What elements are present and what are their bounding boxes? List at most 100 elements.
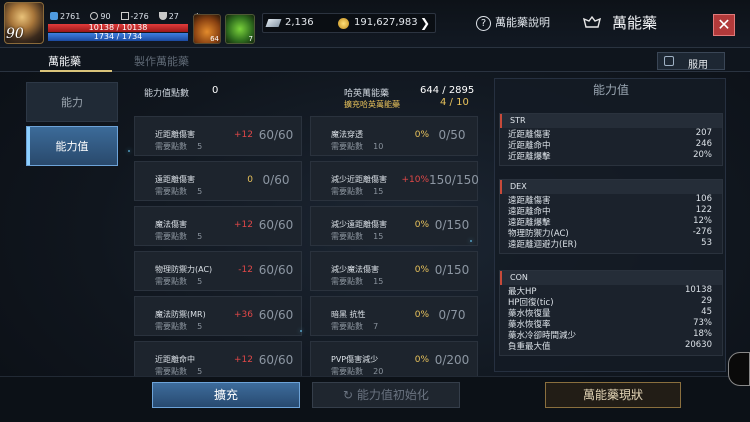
stat-card-bonus: -12 [238, 265, 253, 275]
stat-row-value: 12% [693, 216, 712, 226]
stat-group-dex: DEX 遠距離傷害 106 遠距離命中 122 遠距離爆擊 12% 物理防禦力(AC) -276… [499, 179, 723, 254]
stat-row: 藥水冷卻時間減少 18% [500, 329, 722, 341]
side-menu-handle[interactable] [728, 352, 750, 386]
stats-panel: 能力值 STR 近距離傷害 207 近距離命中 246 近距離爆擊 20% DEX 遠距離傷害 1… [494, 78, 726, 372]
stats-panel-title: 能力值 [592, 83, 629, 97]
expand-label: 擴充哈英萬能藥 [344, 100, 400, 109]
tab-craft-elixir[interactable]: 製作萬能藥 [134, 53, 189, 69]
reset-stats-button[interactable]: ↻ 能力值初始化 [312, 382, 460, 408]
stat-key: 90 [90, 12, 111, 21]
stat-group-header: DEX [500, 180, 722, 194]
potion-item[interactable]: 64 [193, 14, 221, 44]
glow-particle [300, 330, 302, 332]
stat-card[interactable]: 遠距離傷害 需要點數 5 0 0/60 [134, 161, 302, 201]
stat-card-progress: 60/60 [258, 308, 294, 322]
stat-card-bonus: +10% [401, 175, 429, 185]
stat-power: 2761 [50, 12, 80, 21]
crest-icon [582, 15, 602, 28]
stat-row: 近距離命中 246 [500, 139, 722, 151]
stat-card-bonus: 0 [247, 175, 253, 185]
stat-card[interactable]: 減少遠距離傷害 需要點數 15 0% 0/150 [310, 206, 478, 246]
glow-particle [470, 240, 472, 242]
points-value: 0 [212, 85, 219, 96]
stat-card[interactable]: 魔法穿透 需要點數 10 0% 0/50 [310, 116, 478, 156]
tab-elixir[interactable]: 萬能藥 [48, 53, 81, 69]
chevron-right-icon[interactable]: ❯ [417, 15, 433, 31]
hy-elixir-value: 644 / 2895 [420, 85, 475, 96]
stat-card-bonus: 0% [414, 220, 429, 230]
stat-card-required: 需要點數 15 [331, 277, 384, 286]
elixir-status-button[interactable]: 萬能藥現狀 [545, 382, 681, 408]
stat-card[interactable]: 暗黑 抗性 需要點數 7 0% 0/70 [310, 296, 478, 336]
stat-card-required: 需要點數 5 [155, 187, 203, 196]
stat-card-bonus: 0% [414, 310, 429, 320]
nav-stats[interactable]: 能力值 [26, 126, 118, 166]
stat-card-required: 需要點數 5 [155, 142, 203, 151]
key-icon [90, 12, 99, 20]
crystal-icon [265, 19, 282, 27]
stat-row-value: 20% [693, 150, 712, 160]
stat-card-name: 減少魔法傷害 [331, 265, 379, 274]
stat-row-value: 106 [695, 194, 712, 204]
stat-card-name: 遠距離傷害 [155, 175, 195, 184]
stat-card-bonus: 0% [414, 265, 429, 275]
stat-card-name: PVP傷害減少 [331, 355, 379, 364]
expand-button[interactable]: 擴充 [152, 382, 300, 408]
stat-row-value: 20630 [684, 340, 712, 350]
stat-card-required: 需要點數 5 [155, 277, 203, 286]
stat-card[interactable]: 魔法防禦(MR) 需要點數 5 +36 60/60 [134, 296, 302, 336]
stat-card-name: 減少近距離傷害 [331, 175, 387, 184]
trophy-icon [158, 12, 167, 20]
stat-row: 藥水恢復量 45 [500, 307, 722, 319]
stat-card-bonus: +36 [234, 310, 253, 320]
help-button[interactable]: ? 萬能藥說明 [476, 14, 550, 31]
points-label: 能力值點數 [144, 89, 190, 99]
stat-card[interactable]: 近距離命中 需要點數 5 +12 60/60 [134, 341, 302, 381]
stat-card-required: 需要點數 5 [155, 322, 203, 331]
stat-card-required: 需要點數 7 [331, 322, 379, 331]
use-button[interactable]: 服用 [657, 52, 725, 71]
stat-row: 最大HP 10138 [500, 285, 722, 297]
stat-card-name: 物理防禦力(AC) [155, 265, 213, 274]
page-title: 萬能藥 [582, 12, 657, 33]
gold-amount: 191,627,983 [354, 17, 418, 28]
close-button[interactable]: ✕ [713, 14, 735, 36]
shield-icon [120, 12, 129, 20]
stat-card-bonus: 0% [414, 130, 429, 140]
stat-card-progress: 60/60 [258, 128, 294, 142]
stat-group-header: CON [500, 271, 722, 285]
stat-card-name: 魔法防禦(MR) [155, 310, 206, 319]
stat-row-value: 29 [701, 296, 712, 306]
stat-card-required: 需要點數 5 [155, 232, 203, 241]
expand-value: 4 / 10 [440, 97, 469, 108]
nav-ability[interactable]: 能力 [26, 82, 118, 122]
stat-card-name: 近距離傷害 [155, 130, 195, 139]
stat-card-required: 需要點數 15 [331, 232, 384, 241]
tab-underline [40, 70, 112, 72]
stat-card[interactable]: 近距離傷害 需要點數 5 +12 60/60 [134, 116, 302, 156]
stat-row-label: 負重最大值 [508, 342, 551, 352]
leaf-item[interactable]: 7 [225, 14, 255, 44]
stat-card[interactable]: 減少魔法傷害 需要點數 15 0% 0/150 [310, 251, 478, 291]
stat-row-value: 18% [693, 329, 712, 339]
stat-row-value: 45 [701, 307, 712, 317]
stat-trophy: 27 [158, 12, 179, 21]
refresh-icon: ↻ [343, 388, 357, 402]
stat-card-progress: 150/150 [429, 173, 479, 187]
stat-card-progress: 0/70 [438, 308, 466, 322]
stat-ac: -276 [120, 12, 149, 21]
stat-row: 遠距離傷害 106 [500, 194, 722, 206]
stat-card[interactable]: 物理防禦力(AC) 需要點數 5 -12 60/60 [134, 251, 302, 291]
stat-card-name: 魔法穿透 [331, 130, 363, 139]
stat-card[interactable]: PVP傷害減少 需要點數 20 0% 0/200 [310, 341, 478, 381]
stat-card[interactable]: 減少近距離傷害 需要點數 15 +10% 150/150 [310, 161, 479, 201]
stat-row: 近距離爆擊 20% [500, 150, 722, 162]
stat-card[interactable]: 魔法傷害 需要點數 5 +12 60/60 [134, 206, 302, 246]
stat-card-required: 需要點數 15 [331, 187, 384, 196]
stat-row-value: 53 [701, 238, 712, 248]
top-bar: 90 2761 90 -276 27 10138 / 10138 1734 / … [0, 0, 750, 48]
stat-card-progress: 0/150 [434, 263, 470, 277]
stat-row: 藥水恢復率 73% [500, 318, 722, 330]
stat-row: 遠距離迴避力(ER) 53 [500, 238, 722, 250]
potion-count: 64 [210, 35, 219, 43]
